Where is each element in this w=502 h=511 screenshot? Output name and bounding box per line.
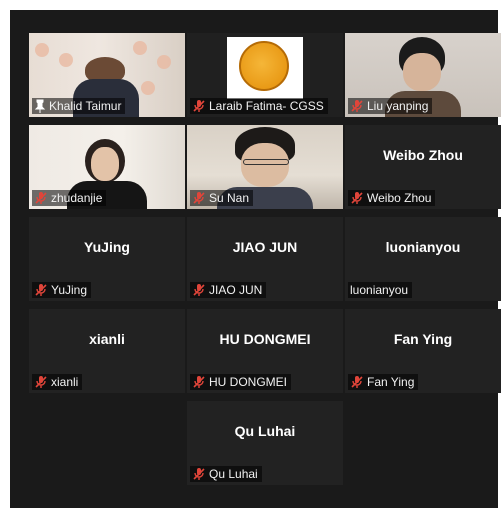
participant-tile-liu-yanping[interactable]: Liu yanping xyxy=(345,33,501,117)
participant-display-name: luonianyou xyxy=(385,239,461,256)
gallery-grid: Khalid Taimur Laraib Fatima- CGSS Liu ya… xyxy=(17,33,501,503)
participant-name: Qu Luhai xyxy=(209,467,258,481)
participant-tile-laraib-fatima[interactable]: Laraib Fatima- CGSS xyxy=(187,33,343,117)
participant-name-bar: Fan Ying xyxy=(348,374,419,390)
participant-tile-yujing[interactable]: YuJing YuJing xyxy=(29,217,185,301)
participant-name: Khalid Taimur xyxy=(49,99,122,113)
participant-tile-luonianyou[interactable]: luonianyou luonianyou xyxy=(345,217,501,301)
participant-display-name: HU DONGMEI xyxy=(219,331,311,348)
participant-tile-weibo-zhou[interactable]: Weibo Zhou Weibo Zhou xyxy=(345,125,501,209)
participant-tile-fan-ying[interactable]: Fan Ying Fan Ying xyxy=(345,309,501,393)
participant-name: xianli xyxy=(51,375,79,389)
participant-name-bar: Weibo Zhou xyxy=(348,190,436,206)
participant-display-name: JIAO JUN xyxy=(232,239,298,256)
participant-tile-jiao-jun[interactable]: JIAO JUN JIAO JUN xyxy=(187,217,343,301)
participant-display-name: Fan Ying xyxy=(393,331,453,348)
participant-name-bar: Liu yanping xyxy=(348,98,433,114)
participant-name-bar: Khalid Taimur xyxy=(32,98,126,114)
participant-name-bar: HU DONGMEI xyxy=(190,374,291,390)
participant-name: YuJing xyxy=(51,283,88,297)
mic-muted-icon xyxy=(35,376,47,388)
mic-muted-icon xyxy=(35,192,47,204)
mic-muted-icon xyxy=(193,284,205,296)
participant-tile-qu-luhai[interactable]: Qu Luhai Qu Luhai xyxy=(187,401,343,485)
participant-tile-khalid-taimur[interactable]: Khalid Taimur xyxy=(29,33,185,117)
participant-name: Laraib Fatima- CGSS xyxy=(209,99,324,113)
participant-tile-xianli[interactable]: xianli xianli xyxy=(29,309,185,393)
globe-icon xyxy=(239,41,289,91)
participant-tile-hu-dongmei[interactable]: HU DONGMEI HU DONGMEI xyxy=(187,309,343,393)
participant-name: luonianyou xyxy=(350,283,409,297)
mic-muted-icon xyxy=(193,100,205,112)
participant-name-bar: Laraib Fatima- CGSS xyxy=(190,98,328,114)
participant-display-name: Qu Luhai xyxy=(234,423,296,440)
mic-muted-icon xyxy=(351,192,363,204)
participant-name-bar: YuJing xyxy=(32,282,92,298)
participant-name: Su Nan xyxy=(209,191,250,205)
participant-name-bar: zhudanjie xyxy=(32,190,107,206)
participant-name: Weibo Zhou xyxy=(367,191,432,205)
participant-name-bar: JIAO JUN xyxy=(190,282,267,298)
mic-muted-icon xyxy=(193,192,205,204)
participant-tile-zhudanjie[interactable]: zhudanjie xyxy=(29,125,185,209)
participant-display-name: YuJing xyxy=(84,239,130,256)
participant-name-bar: Qu Luhai xyxy=(190,466,262,482)
participant-name-bar: Su Nan xyxy=(190,190,254,206)
participant-name: HU DONGMEI xyxy=(209,375,287,389)
participant-tile-su-nan[interactable]: Su Nan xyxy=(187,125,343,209)
participant-name-bar: xianli xyxy=(32,374,83,390)
participant-name: Fan Ying xyxy=(367,375,415,389)
participant-name: zhudanjie xyxy=(51,191,103,205)
participant-name: Liu yanping xyxy=(367,99,429,113)
participant-display-name: xianli xyxy=(89,331,125,348)
participant-name: JIAO JUN xyxy=(209,283,263,297)
mic-muted-icon xyxy=(351,100,363,112)
mic-muted-icon xyxy=(193,468,205,480)
participant-display-name: Weibo Zhou xyxy=(383,147,463,164)
mic-muted-icon xyxy=(35,284,47,296)
participant-name-bar: luonianyou xyxy=(348,282,413,298)
mic-muted-icon xyxy=(193,376,205,388)
pin-icon xyxy=(34,99,46,113)
mic-muted-icon xyxy=(351,376,363,388)
